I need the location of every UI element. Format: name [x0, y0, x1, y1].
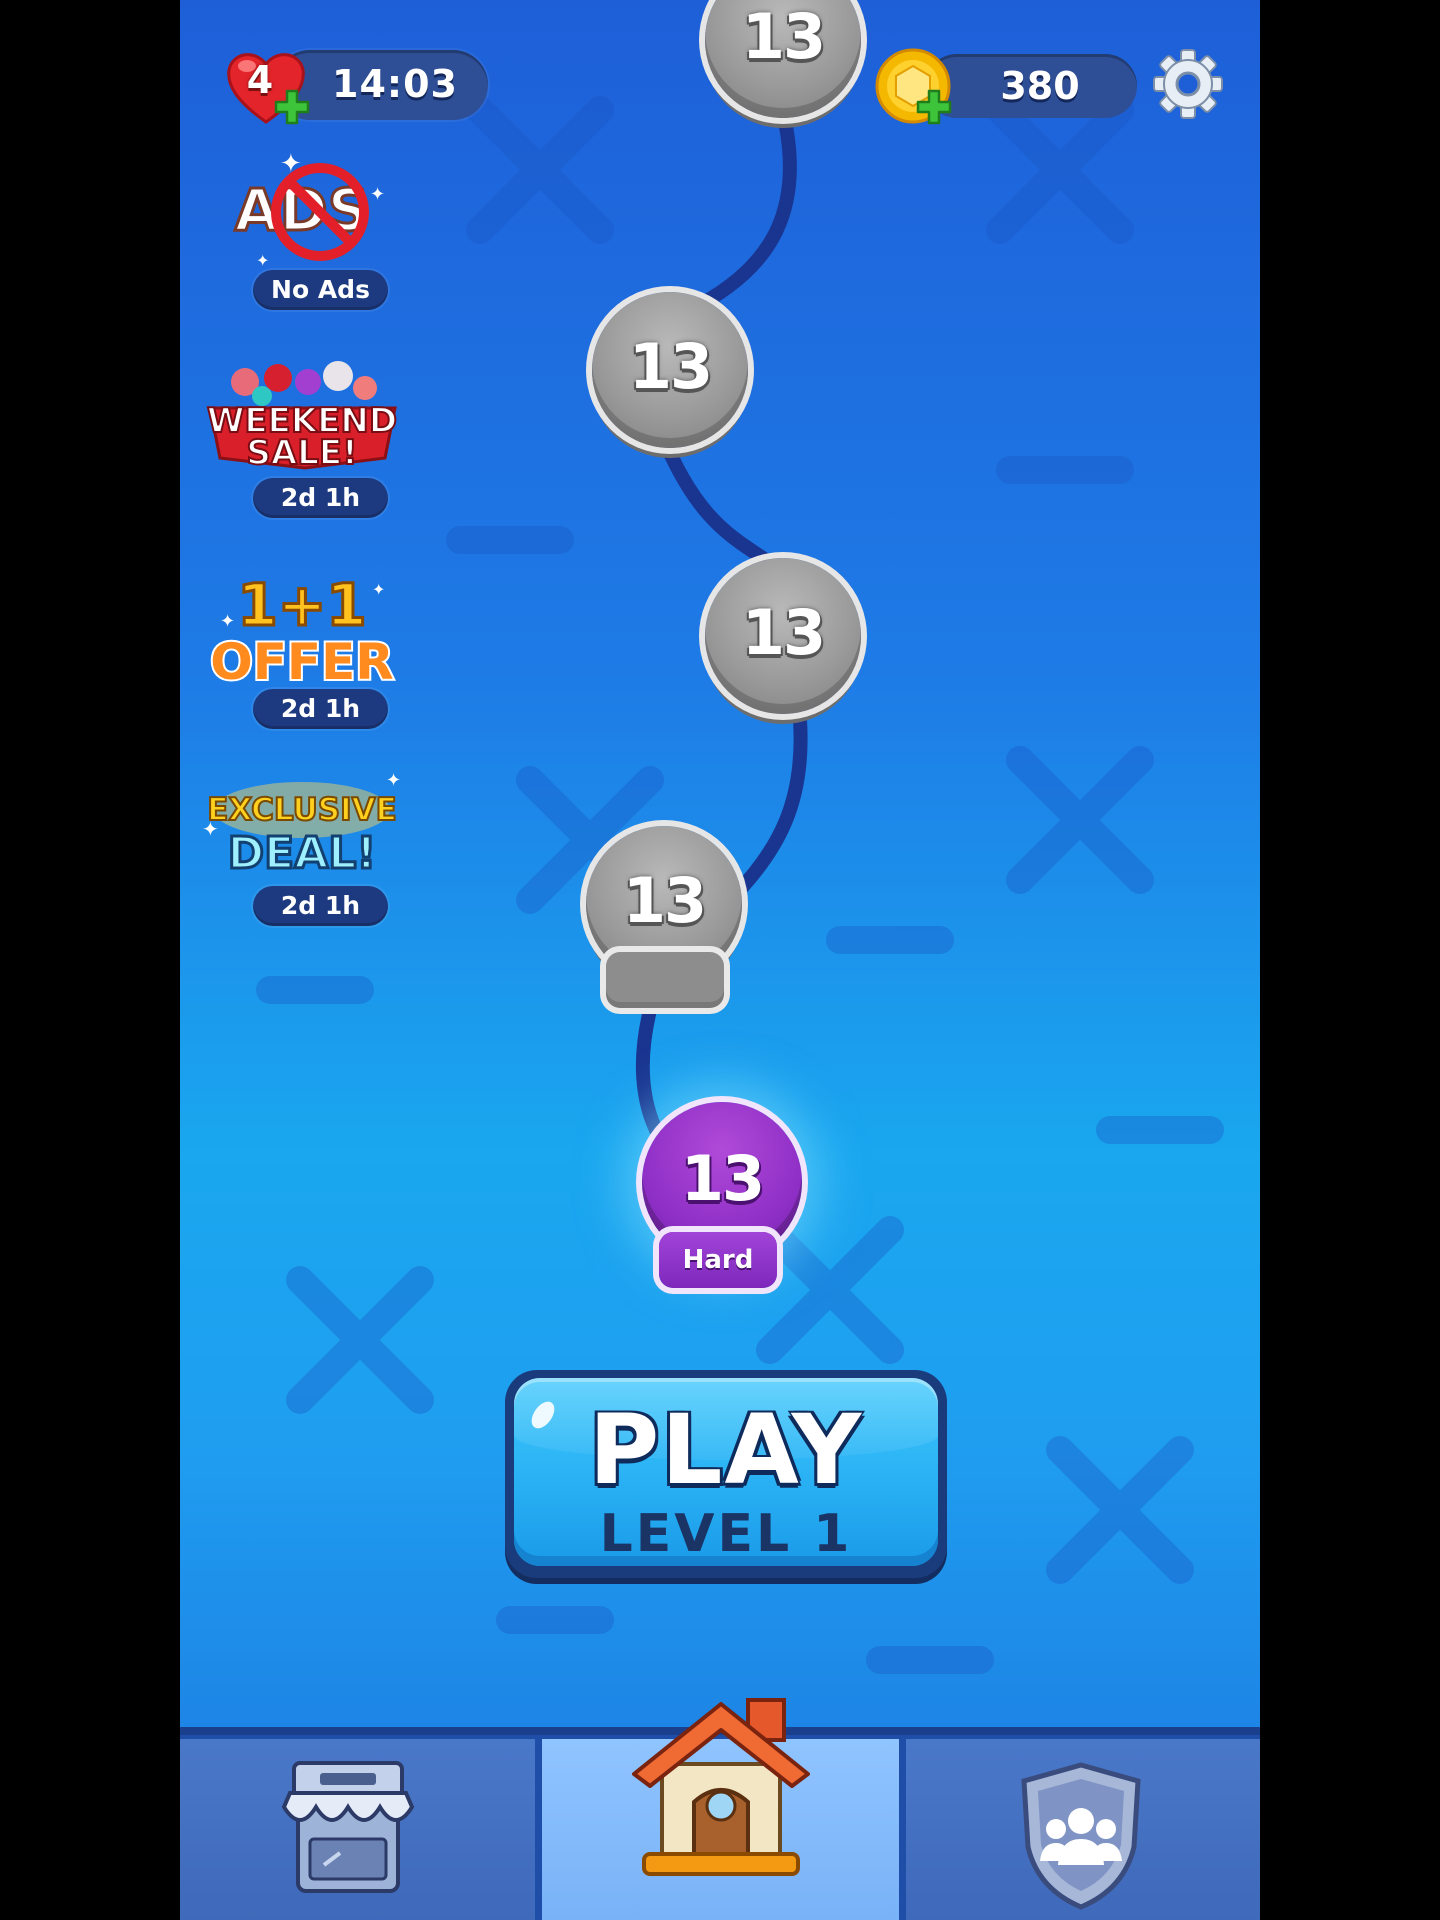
level-node-number: 13: [741, 596, 826, 669]
bottom-nav: [180, 1698, 1260, 1920]
coin-counter[interactable]: 380: [875, 48, 1225, 128]
lives-counter[interactable]: 4 14:03: [225, 48, 488, 126]
weekend-sale-art: WEEKEND SALE!: [200, 360, 405, 475]
add-lives-icon[interactable]: [273, 88, 311, 126]
play-label: PLAY: [588, 1394, 864, 1506]
weekend-sale-icon: WEEKEND SALE!: [206, 361, 398, 474]
offer-timer: 2d 1h: [253, 689, 388, 729]
exclusive-deal-icon: EXCLUSIVE DEAL! ✦ ✦: [202, 770, 401, 881]
level-node[interactable]: 13: [592, 292, 748, 448]
add-coins-icon[interactable]: [915, 88, 953, 126]
offer-icon: 1+1 OFFER ✦ ✦: [208, 570, 395, 694]
offer-text-2: OFFER: [210, 633, 393, 685]
play-button-face: PLAY LEVEL 1: [514, 1378, 938, 1566]
svg-text:✦: ✦: [386, 770, 401, 791]
exclusive-deal-text-2: DEAL!: [228, 828, 377, 879]
no-ads-art: ADS ✦ ✦ ✦: [200, 140, 405, 270]
game-screen: 4 14:03 380 ADS ✦ ✦ ✦ No Ads WEEKEND SAL…: [180, 0, 1260, 1920]
difficulty-badge: Hard: [659, 1232, 777, 1288]
weekend-sale-text-2: SALE!: [246, 433, 357, 473]
tab-team[interactable]: [906, 1739, 1260, 1920]
no-ads-label: No Ads: [253, 270, 388, 310]
no-ads-art-text: ADS: [235, 176, 370, 244]
exclusive-deal-timer: 2d 1h: [253, 886, 388, 926]
exclusive-deal-text-1: EXCLUSIVE: [207, 792, 397, 828]
svg-text:✦: ✦: [202, 817, 219, 841]
promo-weekend-sale[interactable]: WEEKEND SALE! 2d 1h: [200, 360, 405, 520]
level-node-number: 13: [741, 0, 826, 73]
svg-text:✦: ✦: [280, 149, 302, 179]
no-ads-icon: ADS ✦ ✦ ✦: [233, 149, 385, 270]
exclusive-deal-art: EXCLUSIVE DEAL! ✦ ✦: [200, 770, 405, 885]
promo-no-ads[interactable]: ADS ✦ ✦ ✦ No Ads: [200, 140, 405, 310]
tab-home[interactable]: [542, 1698, 899, 1920]
play-button[interactable]: PLAY LEVEL 1: [505, 1370, 947, 1578]
svg-text:✦: ✦: [256, 251, 269, 270]
house-icon: [632, 1698, 810, 1876]
play-level-label: LEVEL 1: [599, 1504, 853, 1564]
current-level-number: 13: [680, 1142, 765, 1215]
promo-1plus1-offer[interactable]: 1+1 OFFER ✦ ✦ 2d 1h: [200, 565, 405, 735]
promo-exclusive-deal[interactable]: EXCLUSIVE DEAL! ✦ ✦ 2d 1h: [200, 770, 405, 930]
shop-icon: [281, 1761, 415, 1893]
level-node[interactable]: 13: [705, 558, 861, 714]
team-shield-icon: [1021, 1762, 1141, 1910]
coin-count: 380: [1000, 64, 1080, 108]
level-node-number: 13: [622, 864, 707, 937]
weekend-sale-timer: 2d 1h: [253, 478, 388, 518]
level-node-tag: [606, 952, 724, 1008]
tab-shop[interactable]: [180, 1739, 535, 1920]
gear-icon[interactable]: [1153, 48, 1223, 120]
svg-text:✦: ✦: [372, 580, 385, 599]
level-node-number: 13: [628, 330, 713, 403]
lives-timer: 14:03: [332, 62, 458, 106]
offer-art: 1+1 OFFER ✦ ✦: [200, 565, 405, 694]
svg-text:✦: ✦: [370, 184, 385, 205]
offer-text-1: 1+1: [237, 571, 366, 639]
svg-text:✦: ✦: [220, 611, 235, 632]
